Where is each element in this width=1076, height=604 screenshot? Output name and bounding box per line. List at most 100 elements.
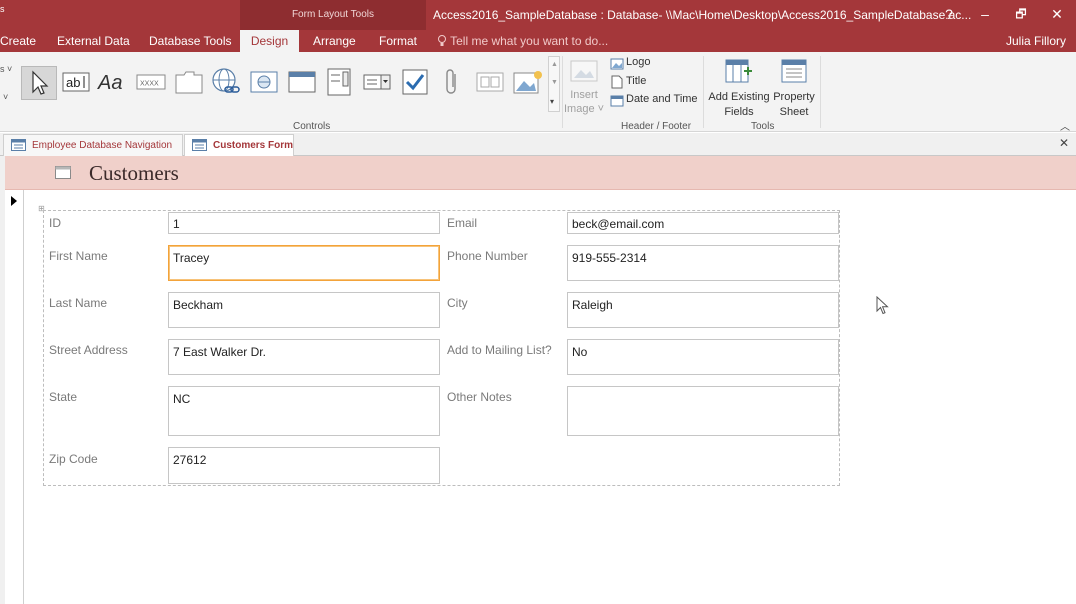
group-label-tools: Tools (751, 121, 775, 132)
combo-box-icon (363, 74, 391, 90)
insert-image-button[interactable]: Insert Image ˅ (564, 56, 605, 118)
label-last-name[interactable]: Last Name (49, 296, 107, 310)
subform-icon (476, 72, 504, 92)
doc-tab-label: Employee Database Navigation (32, 140, 173, 151)
add-fields-icon (725, 59, 752, 83)
option-group-button[interactable] (323, 66, 355, 98)
hyperlink-control-button[interactable] (210, 66, 242, 98)
context-tab-header: Form Layout Tools (240, 0, 426, 30)
tab-format[interactable]: Format (369, 30, 427, 52)
collapse-ribbon-button[interactable]: ︿ (1060, 118, 1070, 133)
globe-link-icon (212, 68, 240, 93)
image-control-button[interactable] (512, 66, 544, 98)
label-state[interactable]: State (49, 390, 77, 404)
tell-me-box[interactable]: Tell me what you want to do... (437, 30, 608, 52)
option-group-icon (327, 68, 351, 96)
field-zip-code[interactable]: 27612 (168, 447, 440, 484)
group-label-controls: Controls (293, 121, 331, 132)
tab-arrange[interactable]: Arrange (303, 30, 366, 52)
navigation-control-button[interactable] (286, 66, 318, 98)
label-control-button[interactable]: Aa (97, 66, 129, 98)
logo-icon (610, 58, 624, 70)
label-aa-icon: Aa (97, 72, 122, 94)
field-phone-number[interactable]: 919-555-2314 (567, 245, 839, 281)
textbox-control-button[interactable]: ab (60, 66, 92, 98)
tab-control-icon (175, 71, 203, 94)
subform-control-button[interactable] (474, 66, 506, 98)
property-label-1: Property (773, 91, 815, 103)
quick-access-fragment[interactable]: s (0, 4, 5, 14)
insert-image-label-1: Insert (570, 89, 598, 101)
logo-label: Logo (626, 56, 651, 68)
current-record-arrow-icon (11, 196, 17, 206)
label-email[interactable]: Email (447, 216, 477, 230)
close-button[interactable]: ✕ (1042, 0, 1072, 30)
group-separator (820, 56, 821, 128)
help-button[interactable]: ? (934, 0, 964, 30)
mouse-cursor-icon (876, 296, 889, 315)
tab-control-button[interactable] (173, 66, 205, 98)
group-separator (703, 56, 704, 128)
tab-design[interactable]: Design (240, 30, 299, 52)
checkbox-control-button[interactable] (399, 66, 431, 98)
label-first-name[interactable]: First Name (49, 249, 108, 263)
label-mailing-list[interactable]: Add to Mailing List? (447, 343, 552, 357)
form-icon (11, 139, 26, 151)
tell-me-text: Tell me what you want to do... (450, 34, 609, 48)
field-id[interactable]: 1 (168, 212, 440, 234)
form-title[interactable]: Customers (89, 161, 179, 186)
doc-tab-customers-form[interactable]: Customers Form (184, 134, 294, 157)
label-street-address[interactable]: Street Address (49, 343, 128, 357)
ribbon-left-fragment[interactable]: s ˅ (0, 64, 12, 74)
calendar-icon (610, 95, 624, 107)
property-sheet-button[interactable]: Property Sheet (772, 56, 816, 118)
combo-box-button[interactable] (361, 66, 393, 98)
select-pointer-button[interactable] (21, 66, 57, 100)
doc-tab-label: Customers Form (213, 140, 294, 151)
tab-create[interactable]: Create (0, 30, 46, 52)
insert-image-icon (570, 60, 598, 82)
svg-text:XXXX: XXXX (140, 81, 159, 88)
date-time-label: Date and Time (626, 93, 698, 105)
field-state[interactable]: NC (168, 386, 440, 436)
minimize-button[interactable]: – (970, 0, 1000, 30)
add-existing-fields-button[interactable]: Add Existing Fields (707, 56, 771, 118)
label-city[interactable]: City (447, 296, 468, 310)
label-id[interactable]: ID (49, 216, 61, 230)
gallery-more-icon: ▾ (550, 97, 555, 106)
field-last-name[interactable]: Beckham (168, 292, 440, 328)
field-street-address[interactable]: 7 East Walker Dr. (168, 339, 440, 375)
field-first-name[interactable]: Tracey (168, 245, 440, 281)
button-control-button[interactable]: XXXX (135, 66, 167, 98)
doc-tab-employee-navigation[interactable]: Employee Database Navigation (3, 134, 183, 156)
record-selector[interactable] (5, 190, 24, 604)
restore-button[interactable]: 🗗 (1006, 0, 1036, 30)
form-header: Customers (5, 156, 1076, 190)
field-mailing-list[interactable]: No (567, 339, 839, 375)
field-city[interactable]: Raleigh (567, 292, 839, 328)
label-phone-number[interactable]: Phone Number (447, 249, 528, 263)
add-existing-label-1: Add Existing (708, 91, 770, 103)
tab-database-tools[interactable]: Database Tools (139, 30, 242, 52)
group-separator (562, 56, 563, 128)
field-email[interactable]: beck@email.com (567, 212, 839, 234)
user-name[interactable]: Julia Fillory (1006, 30, 1066, 52)
controls-gallery-scroll[interactable]: ▲ ▼ ▾ (548, 56, 560, 112)
add-existing-label-2: Fields (724, 106, 754, 118)
close-document-button[interactable]: ✕ (1059, 136, 1069, 150)
ribbon-tab-bar: Create External Data Database Tools Desi… (0, 30, 1076, 52)
tab-external-data[interactable]: External Data (47, 30, 140, 52)
ribbon-left-fragment-2[interactable]: ˅ (3, 92, 8, 102)
web-browser-control-button[interactable] (248, 66, 280, 98)
scroll-down-icon: ▼ (551, 79, 558, 86)
attachment-control-button[interactable] (436, 66, 468, 98)
title-icon (611, 75, 623, 89)
paperclip-icon (446, 69, 456, 94)
navigation-control-icon (288, 71, 316, 93)
label-zip-code[interactable]: Zip Code (49, 452, 98, 466)
insert-image-label-2: Image ˅ (564, 103, 605, 115)
title-bar: s Form Layout Tools Access2016_SampleDat… (0, 0, 1076, 30)
label-other-notes[interactable]: Other Notes (447, 390, 512, 404)
title-label: Title (626, 75, 647, 87)
field-other-notes[interactable] (567, 386, 839, 436)
